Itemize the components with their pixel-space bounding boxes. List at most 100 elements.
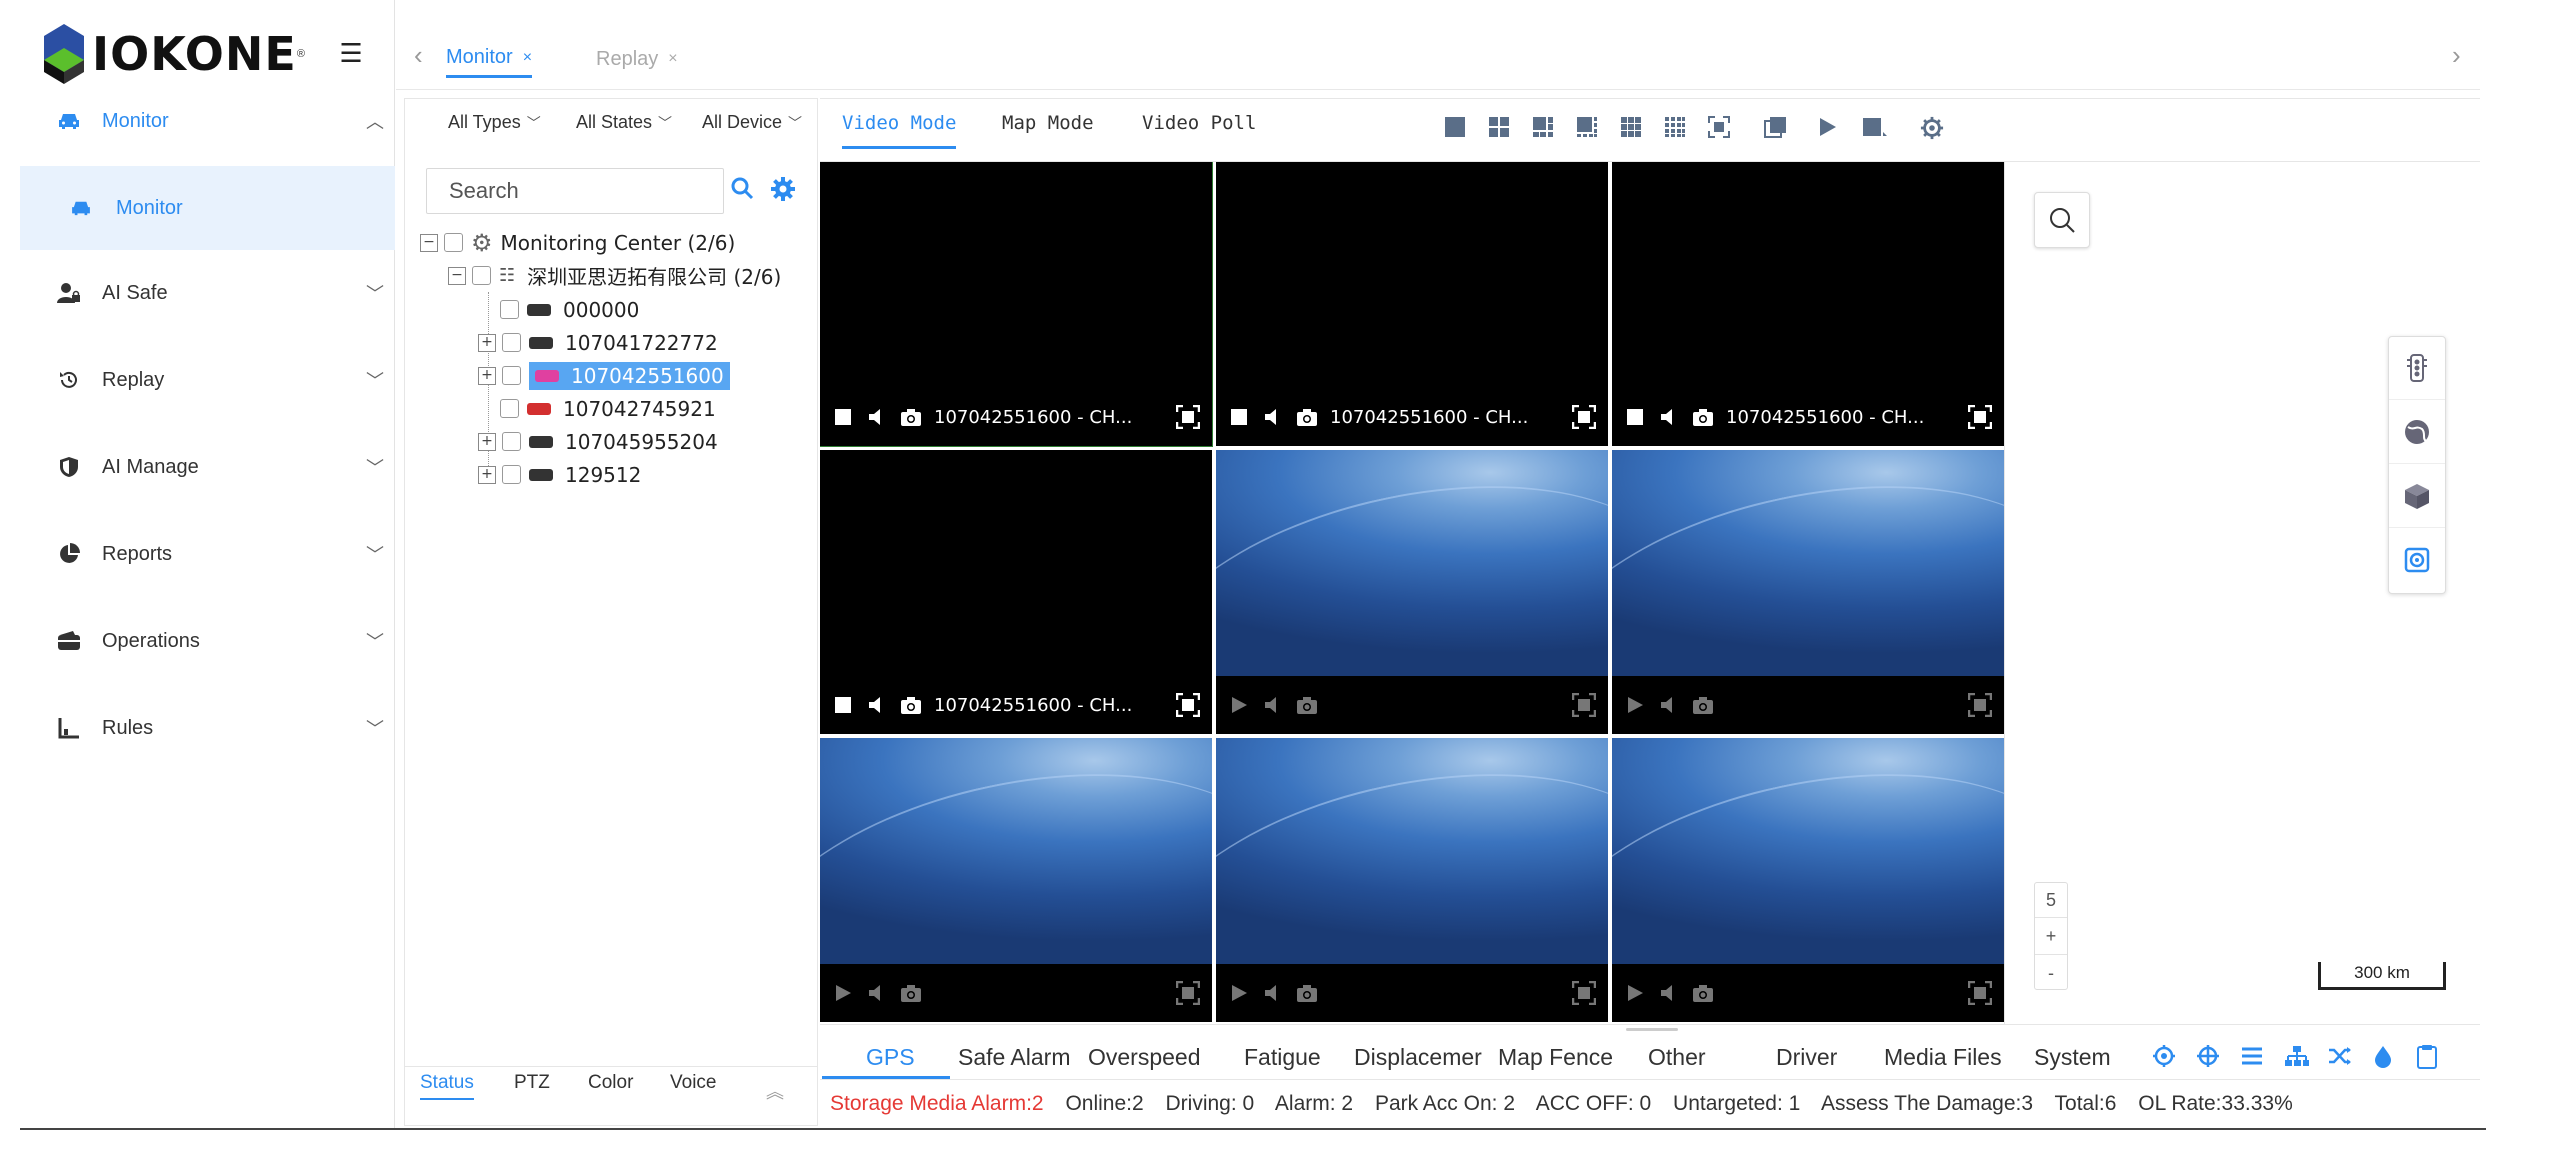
tree-device-selected[interactable]: + 107042551600 xyxy=(478,359,730,392)
stop-all-icon[interactable] xyxy=(1862,116,1887,140)
tree-device[interactable]: + 107041722772 xyxy=(478,326,718,359)
tab-fatigue[interactable]: Fatigue xyxy=(1244,1044,1321,1071)
video-tile[interactable]: 107042551600 - CH... xyxy=(820,450,1212,734)
locate-icon[interactable] xyxy=(2152,1044,2178,1070)
collapse-icon[interactable]: − xyxy=(420,233,438,252)
speaker-icon[interactable] xyxy=(866,694,888,716)
clipboard-icon[interactable] xyxy=(2416,1044,2442,1070)
tab-ptz[interactable]: PTZ xyxy=(514,1072,550,1094)
zoom-out-button[interactable]: - xyxy=(2035,955,2067,991)
camera-icon[interactable] xyxy=(900,694,922,716)
tree-root[interactable]: − ⚙ Monitoring Center (2/6) xyxy=(420,226,735,259)
filter-states[interactable]: All States ﹀ xyxy=(576,112,672,133)
tree-checkbox[interactable] xyxy=(502,366,521,385)
play-icon[interactable] xyxy=(1624,694,1646,716)
camera-icon[interactable] xyxy=(1296,982,1318,1004)
sidebar-item-rules[interactable]: Rules ﹀ xyxy=(20,685,395,771)
sidebar-item-reports[interactable]: Reports ﹀ xyxy=(20,511,395,597)
tab-replay[interactable]: Replay × xyxy=(596,40,678,78)
fullscreen-icon[interactable] xyxy=(1571,980,1597,1006)
map-layer-icon[interactable] xyxy=(2389,529,2445,591)
tab-other[interactable]: Other xyxy=(1648,1044,1706,1071)
fullscreen-icon[interactable] xyxy=(1967,404,1993,430)
traffic-light-icon[interactable] xyxy=(2389,337,2445,400)
expand-icon[interactable]: + xyxy=(478,432,496,451)
video-tile[interactable]: 107042551600 - CH... xyxy=(1612,162,2004,446)
tab-voice[interactable]: Voice xyxy=(670,1072,716,1094)
speaker-icon[interactable] xyxy=(1658,406,1680,428)
video-tile-idle[interactable] xyxy=(820,738,1212,1022)
tree-checkbox[interactable] xyxy=(502,465,521,484)
tree-device[interactable]: + 129512 xyxy=(478,458,641,491)
fullscreen-icon[interactable] xyxy=(1175,692,1201,718)
tab-map-mode[interactable]: Map Mode xyxy=(1002,112,1094,134)
close-icon[interactable]: × xyxy=(668,50,677,68)
video-tile-idle[interactable] xyxy=(1216,738,1608,1022)
speaker-icon[interactable] xyxy=(1658,982,1680,1004)
fullscreen-icon[interactable] xyxy=(1967,692,1993,718)
tree-checkbox[interactable] xyxy=(500,300,519,319)
tab-gps[interactable]: GPS xyxy=(866,1044,915,1071)
tabs-scroll-left-icon[interactable]: ‹ xyxy=(414,40,423,71)
fullscreen-icon[interactable] xyxy=(1175,980,1201,1006)
tab-system[interactable]: System xyxy=(2034,1044,2111,1071)
sidebar-item-monitor[interactable]: Monitor ︿ xyxy=(20,78,395,164)
layout-16-icon[interactable] xyxy=(1664,116,1688,140)
camera-icon[interactable] xyxy=(1692,406,1714,428)
speaker-icon[interactable] xyxy=(1262,406,1284,428)
fullscreen-icon[interactable] xyxy=(1175,404,1201,430)
3d-cube-icon[interactable] xyxy=(2389,465,2445,528)
tab-video-poll[interactable]: Video Poll xyxy=(1142,112,1256,134)
tab-overspeed[interactable]: Overspeed xyxy=(1088,1044,1201,1071)
video-tile[interactable]: 107042551600 - CH... xyxy=(820,162,1213,447)
tab-map-fence[interactable]: Map Fence xyxy=(1498,1044,1613,1071)
speaker-icon[interactable] xyxy=(1262,982,1284,1004)
resize-handle[interactable] xyxy=(1626,1028,1678,1031)
tab-color[interactable]: Color xyxy=(588,1072,633,1094)
close-icon[interactable]: × xyxy=(523,49,532,67)
tree-checkbox[interactable] xyxy=(502,333,521,352)
camera-icon[interactable] xyxy=(1692,982,1714,1004)
camera-icon[interactable] xyxy=(1296,694,1318,716)
video-tile-idle[interactable] xyxy=(1612,738,2004,1022)
tree-device[interactable]: 000000 xyxy=(478,293,639,326)
layout-6-icon[interactable] xyxy=(1532,116,1556,140)
crosshair-icon[interactable] xyxy=(2196,1044,2222,1070)
layout-8-icon[interactable] xyxy=(1576,116,1600,140)
shuffle-icon[interactable] xyxy=(2328,1044,2354,1070)
sidebar-item-ai-manage[interactable]: AI Manage ﹀ xyxy=(20,424,395,510)
tree-checkbox[interactable] xyxy=(472,266,491,285)
satellite-globe-icon[interactable] xyxy=(2389,401,2445,464)
list-icon[interactable] xyxy=(2240,1044,2266,1070)
camera-icon[interactable] xyxy=(1296,406,1318,428)
zoom-in-button[interactable]: + xyxy=(2035,918,2067,955)
video-tile-idle[interactable] xyxy=(1612,450,2004,734)
tab-displacement[interactable]: Displacemer xyxy=(1354,1044,1482,1071)
fullscreen-icon[interactable] xyxy=(1571,404,1597,430)
tree-checkbox[interactable] xyxy=(502,432,521,451)
play-icon[interactable] xyxy=(1228,694,1250,716)
sidebar-item-replay[interactable]: Replay ﹀ xyxy=(20,337,395,423)
camera-icon[interactable] xyxy=(1692,694,1714,716)
sidebar-subitem-monitor[interactable]: Monitor xyxy=(20,166,395,250)
settings-gear-icon[interactable] xyxy=(770,176,796,202)
speaker-icon[interactable] xyxy=(1658,694,1680,716)
sidebar-item-ai-safe[interactable]: AI Safe ﹀ xyxy=(20,250,395,336)
video-tile-idle[interactable] xyxy=(1216,450,1608,734)
speaker-icon[interactable] xyxy=(1262,694,1284,716)
play-all-icon[interactable] xyxy=(1816,116,1840,140)
network-tree-icon[interactable] xyxy=(2284,1044,2310,1070)
expand-icon[interactable]: + xyxy=(478,465,496,484)
tree-checkbox[interactable] xyxy=(500,399,519,418)
speaker-icon[interactable] xyxy=(866,406,888,428)
tab-video-mode[interactable]: Video Mode xyxy=(842,112,957,149)
fullscreen-icon[interactable] xyxy=(1571,692,1597,718)
chevron-double-up-icon[interactable]: ︽ xyxy=(766,1078,784,1104)
camera-icon[interactable] xyxy=(900,406,922,428)
search-input[interactable]: Search xyxy=(426,168,724,214)
video-tile[interactable]: 107042551600 - CH... xyxy=(1216,162,1608,446)
tree-checkbox[interactable] xyxy=(444,233,463,252)
stop-icon[interactable] xyxy=(832,694,854,716)
tab-media-files[interactable]: Media Files xyxy=(1884,1044,2002,1071)
filter-types[interactable]: All Types ﹀ xyxy=(448,112,541,133)
